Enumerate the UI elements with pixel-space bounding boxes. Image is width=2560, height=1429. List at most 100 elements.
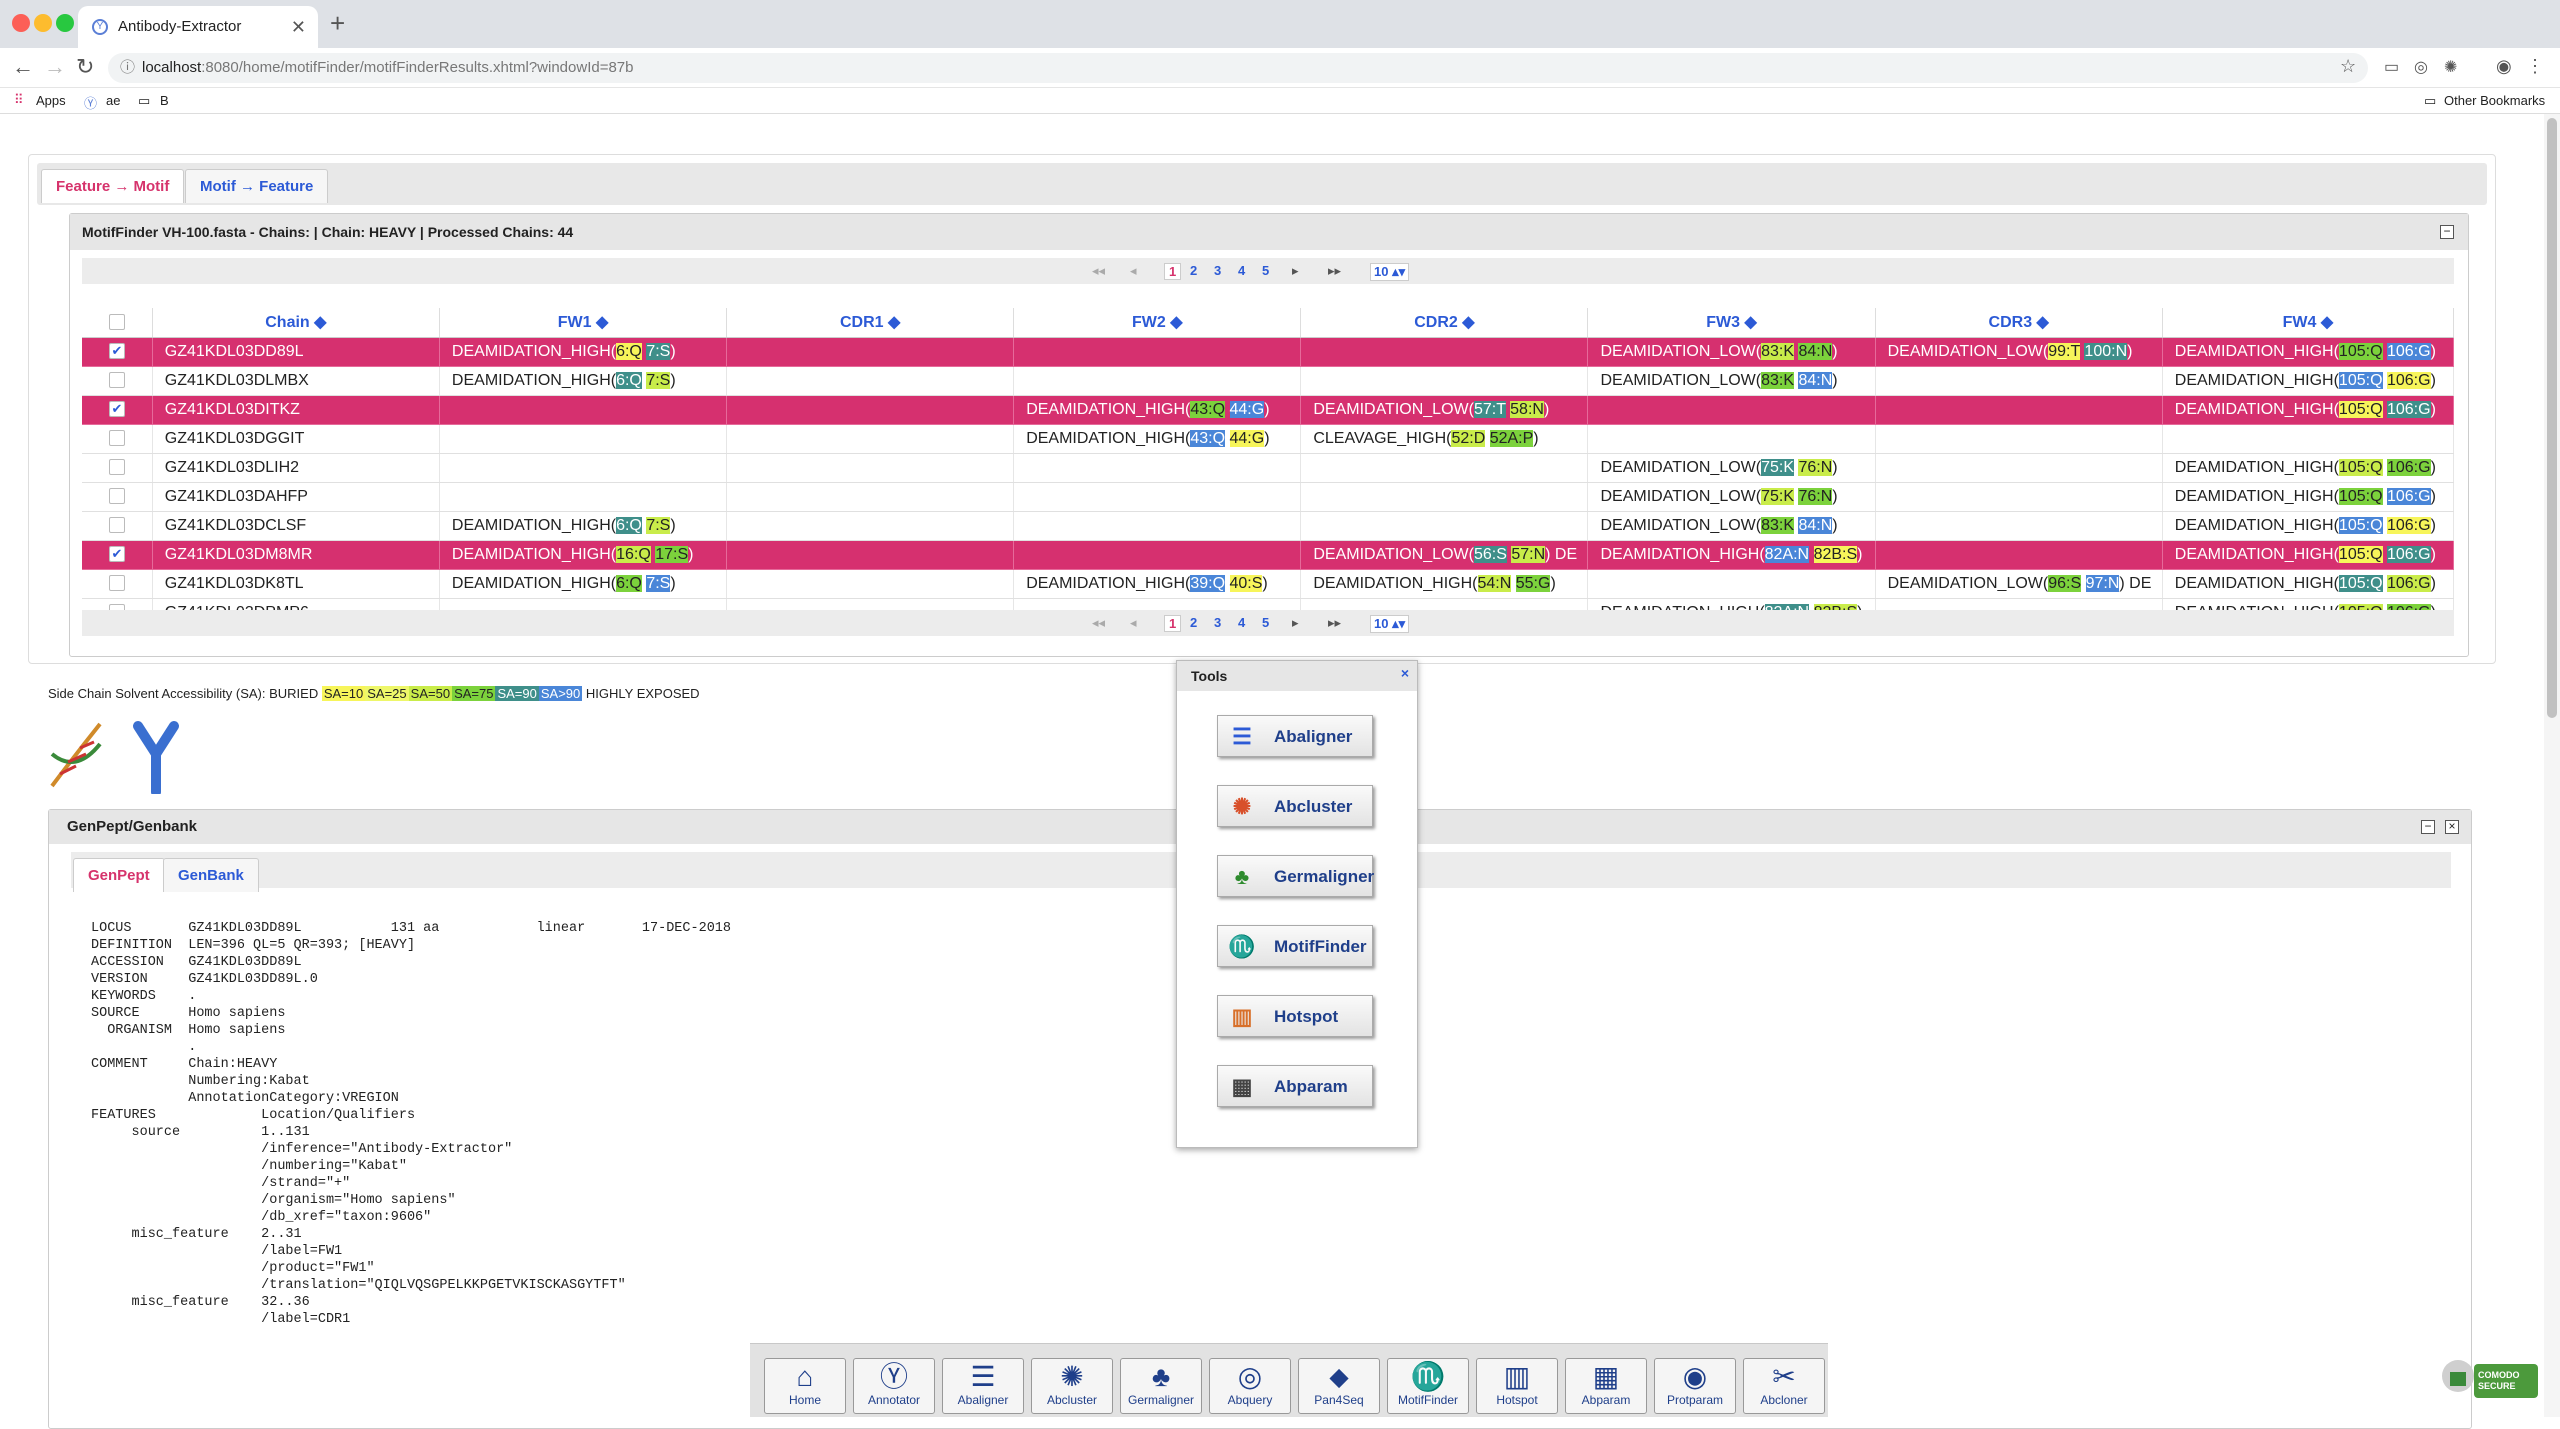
next-page-icon[interactable]: ▸ bbox=[1292, 263, 1299, 279]
row-select-cell[interactable]: ✔ bbox=[82, 337, 153, 367]
other-bookmarks[interactable]: Other Bookmarks bbox=[2444, 93, 2545, 108]
dock-abaligner-button[interactable]: ☰ Abaligner bbox=[942, 1358, 1024, 1414]
url-field[interactable]: ⓘ localhost:8080/home/motifFinder/motifF… bbox=[108, 53, 2368, 83]
collapse-icon[interactable]: − bbox=[2440, 225, 2454, 239]
dock-germaligner-button[interactable]: ♣ Germaligner bbox=[1120, 1358, 1202, 1414]
extension-icon[interactable]: ◎ bbox=[2414, 57, 2428, 77]
col-fw2[interactable]: FW2 ◆ bbox=[1013, 308, 1302, 338]
row-checkbox[interactable]: ✔ bbox=[108, 401, 125, 418]
tab-feature-motif[interactable]: Feature → Motif bbox=[41, 169, 185, 203]
close-icon[interactable]: × bbox=[1401, 665, 1409, 681]
table-row[interactable]: GZ41KDL03DLMBX DEAMIDATION_HIGH(6:Q 7:S) D… bbox=[82, 366, 2455, 396]
page-scrollbar[interactable] bbox=[2544, 114, 2560, 1417]
minimize-window-button[interactable] bbox=[34, 14, 52, 32]
row-checkbox[interactable] bbox=[108, 372, 125, 389]
table-row[interactable]: ✔ GZ41KDL03DITKZ DEAMIDATION_HIGH(43:Q 44:… bbox=[82, 395, 2455, 425]
rows-per-page-select[interactable]: 10 ▴▾ bbox=[1370, 263, 1410, 281]
dock-abparam-button[interactable]: ▦ Abparam bbox=[1565, 1358, 1647, 1414]
row-checkbox[interactable] bbox=[108, 575, 125, 592]
dock-motiffinder-button[interactable]: ♏ MotifFinder bbox=[1387, 1358, 1469, 1414]
last-page-icon[interactable]: ▸▸ bbox=[1328, 263, 1341, 279]
col-cdr3[interactable]: CDR3 ◆ bbox=[1875, 308, 2163, 338]
last-page-icon[interactable]: ▸▸ bbox=[1328, 615, 1341, 631]
table-row[interactable]: GZ41KDL03DGGIT DEAMIDATION_HIGH(43:Q 44:G… bbox=[82, 424, 2455, 454]
page-link[interactable]: 3 bbox=[1214, 615, 1221, 630]
browser-tab[interactable]: Y Antibody-Extractor ✕ bbox=[78, 6, 318, 48]
new-tab-button[interactable]: + bbox=[330, 8, 345, 39]
prev-page-icon[interactable]: ◂ bbox=[1130, 615, 1137, 631]
page-link[interactable]: 4 bbox=[1238, 263, 1245, 278]
row-checkbox[interactable] bbox=[108, 488, 125, 505]
profile-icon[interactable]: ◉ bbox=[2496, 56, 2512, 77]
table-row[interactable]: GZ41KDL03DK8TL DEAMIDATION_HIGH(6:Q 7:S) D… bbox=[82, 569, 2455, 599]
close-icon[interactable]: × bbox=[2445, 820, 2459, 834]
page-link[interactable]: 2 bbox=[1190, 263, 1197, 278]
page-link[interactable]: 3 bbox=[1214, 263, 1221, 278]
germaligner-button[interactable]: ♣ Germaligner bbox=[1217, 855, 1374, 897]
abparam-button[interactable]: ▦ Abparam bbox=[1217, 1065, 1373, 1107]
dock-home-button[interactable]: ⌂ Home bbox=[764, 1358, 846, 1414]
table-row[interactable]: GZ41KDL03DCLSF DEAMIDATION_HIGH(6:Q 7:S) D… bbox=[82, 511, 2455, 541]
bookmark-ae[interactable]: ae bbox=[106, 93, 120, 108]
motiffinder-button[interactable]: ♏ MotifFinder bbox=[1217, 925, 1373, 967]
row-select-cell[interactable] bbox=[82, 424, 153, 454]
reload-icon[interactable]: ↻ bbox=[76, 54, 94, 80]
extension-icon[interactable]: ▭ bbox=[2384, 57, 2399, 77]
close-window-button[interactable] bbox=[12, 14, 30, 32]
row-select-cell[interactable]: ✔ bbox=[82, 395, 153, 425]
table-row[interactable]: GZ41KDL03DLIH2 DEAMIDATION_LOW(75:K 76:N)… bbox=[82, 453, 2455, 483]
forward-icon[interactable]: → bbox=[44, 54, 66, 80]
row-select-cell[interactable] bbox=[82, 453, 153, 483]
bookmark-b[interactable]: B bbox=[160, 93, 169, 108]
first-page-icon[interactable]: ◂◂ bbox=[1092, 615, 1105, 631]
col-fw4[interactable]: FW4 ◆ bbox=[2162, 308, 2455, 338]
dock-abcloner-button[interactable]: ✂ Abcloner bbox=[1743, 1358, 1825, 1414]
page-link[interactable]: 5 bbox=[1262, 615, 1269, 630]
close-tab-icon[interactable]: ✕ bbox=[291, 6, 306, 48]
dock-abcluster-button[interactable]: ✺ Abcluster bbox=[1031, 1358, 1113, 1414]
select-all-header[interactable] bbox=[82, 308, 153, 338]
dock-protparam-button[interactable]: ◉ Protparam bbox=[1654, 1358, 1736, 1414]
row-select-cell[interactable]: ✔ bbox=[82, 540, 153, 570]
col-cdr1[interactable]: CDR1 ◆ bbox=[726, 308, 1015, 338]
menu-icon[interactable]: ⋮ bbox=[2526, 56, 2544, 77]
page-link[interactable]: 1 bbox=[1164, 615, 1182, 632]
scrollbar-thumb[interactable] bbox=[2547, 118, 2557, 718]
row-select-cell[interactable] bbox=[82, 511, 153, 541]
row-checkbox[interactable] bbox=[108, 430, 125, 447]
first-page-icon[interactable]: ◂◂ bbox=[1092, 263, 1105, 279]
row-select-cell[interactable] bbox=[82, 366, 153, 396]
tab-motif-feature[interactable]: Motif → Feature bbox=[185, 169, 329, 203]
page-link[interactable]: 2 bbox=[1190, 615, 1197, 630]
extension-icon[interactable]: ✺ bbox=[2444, 57, 2457, 77]
row-checkbox[interactable] bbox=[108, 517, 125, 534]
abaligner-button[interactable]: ☰ Abaligner bbox=[1217, 715, 1373, 757]
hotspot-button[interactable]: ▥ Hotspot bbox=[1217, 995, 1373, 1037]
star-icon[interactable]: ☆ bbox=[2340, 56, 2356, 77]
prev-page-icon[interactable]: ◂ bbox=[1130, 263, 1137, 279]
page-link[interactable]: 1 bbox=[1164, 263, 1182, 280]
next-page-icon[interactable]: ▸ bbox=[1292, 615, 1299, 631]
table-row[interactable]: ✔ GZ41KDL03DM8MR DEAMIDATION_HIGH(16:Q 17:… bbox=[82, 540, 2455, 570]
rows-per-page-select[interactable]: 10 ▴▾ bbox=[1370, 615, 1410, 633]
row-checkbox[interactable] bbox=[108, 459, 125, 476]
row-checkbox[interactable]: ✔ bbox=[108, 546, 125, 563]
page-link[interactable]: 4 bbox=[1238, 615, 1245, 630]
dock-hotspot-button[interactable]: ▥ Hotspot bbox=[1476, 1358, 1558, 1414]
col-chain[interactable]: Chain ◆ bbox=[152, 308, 440, 338]
table-row[interactable]: GZ41KDL03DAHFP DEAMIDATION_LOW(75:K 76:N)… bbox=[82, 482, 2455, 512]
row-select-cell[interactable] bbox=[82, 482, 153, 512]
table-row[interactable]: ✔ GZ41KDL03DD89L DEAMIDATION_HIGH(6:Q 7:S)… bbox=[82, 337, 2455, 367]
dock-abquery-button[interactable]: ◎ Abquery bbox=[1209, 1358, 1291, 1414]
row-select-cell[interactable] bbox=[82, 569, 153, 599]
abcluster-button[interactable]: ✺ Abcluster bbox=[1217, 785, 1373, 827]
col-fw3[interactable]: FW3 ◆ bbox=[1587, 308, 1876, 338]
dock-annotator-button[interactable]: Ⓨ Annotator bbox=[853, 1358, 935, 1414]
zoom-window-button[interactable] bbox=[56, 14, 74, 32]
col-cdr2[interactable]: CDR2 ◆ bbox=[1300, 308, 1589, 338]
tab-genbank[interactable]: GenBank bbox=[163, 858, 259, 892]
select-all-checkbox[interactable] bbox=[108, 314, 125, 331]
bookmark-apps[interactable]: Apps bbox=[36, 93, 66, 108]
col-fw1[interactable]: FW1 ◆ bbox=[439, 308, 728, 338]
dock-pan4seq-button[interactable]: ⬥ Pan4Seq bbox=[1298, 1358, 1380, 1414]
